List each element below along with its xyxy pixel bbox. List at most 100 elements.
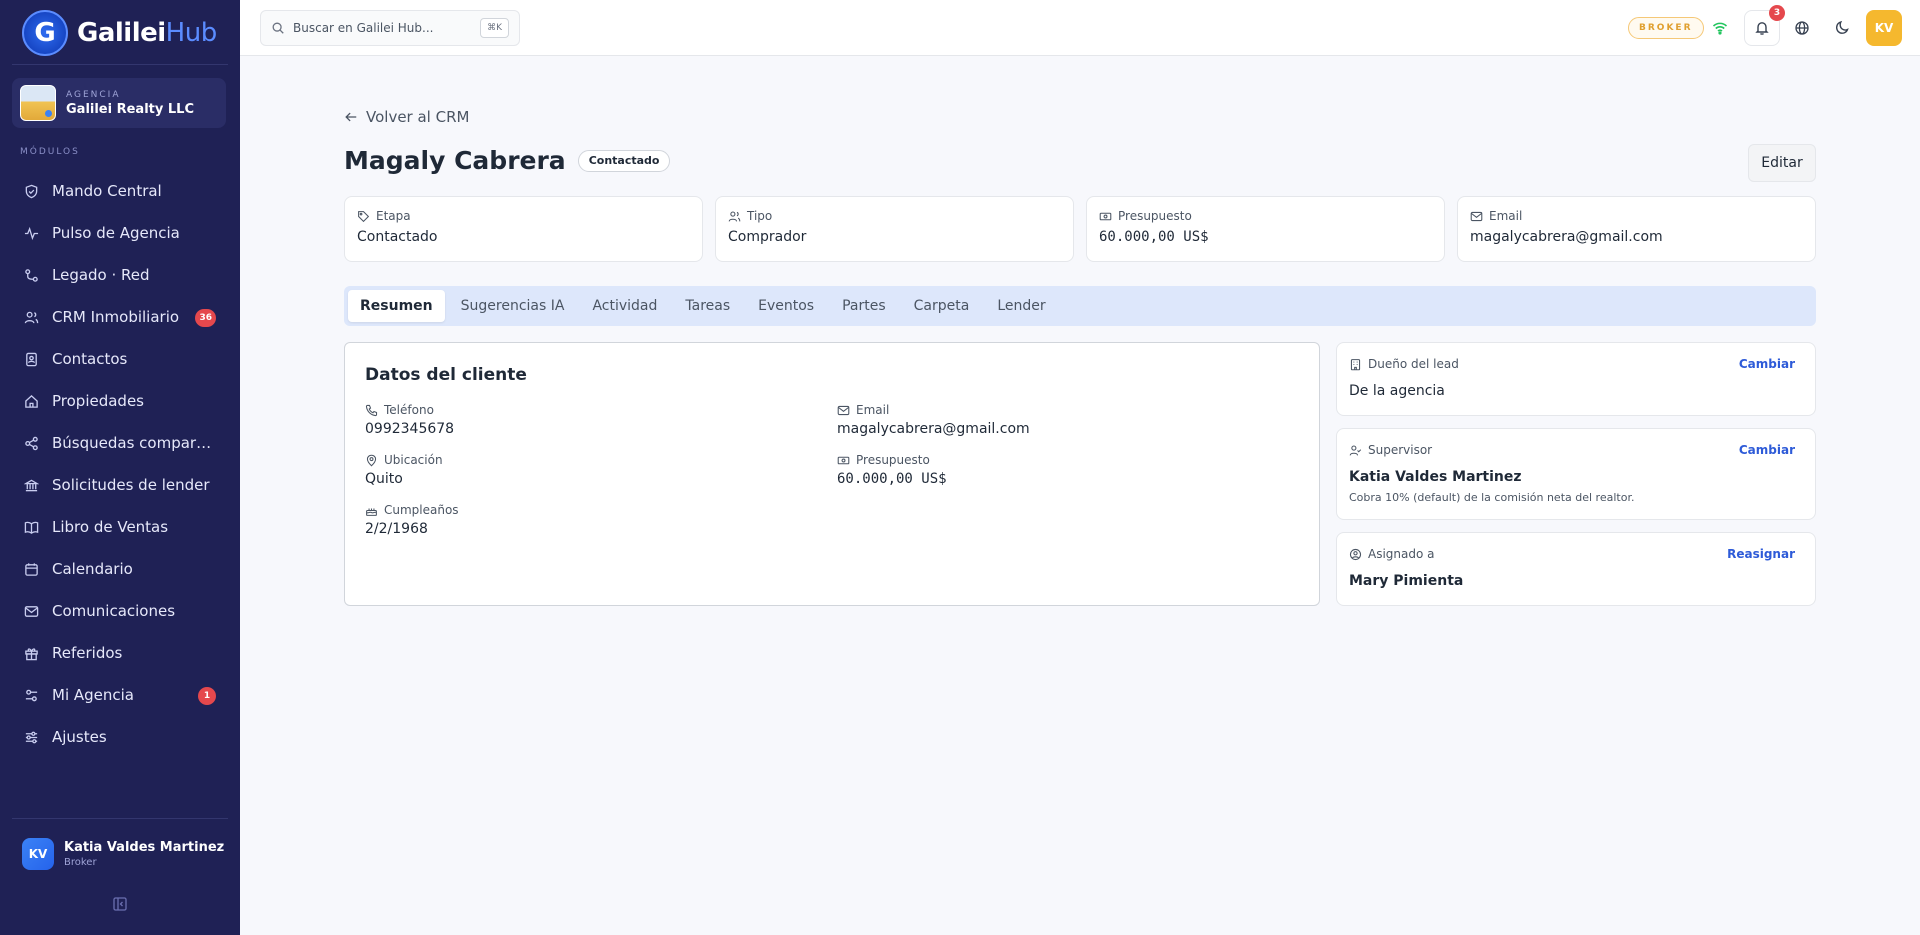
side-card-label: Asignado a <box>1368 547 1435 561</box>
lead-owner-card: Dueño del lead Cambiar De la agencia <box>1336 342 1816 416</box>
bell-icon <box>1755 22 1769 35</box>
change-supervisor-button[interactable]: Cambiar <box>1739 443 1795 457</box>
sidebar-item-referidos[interactable]: Referidos <box>12 632 228 674</box>
birthday-value: 2/2/1968 <box>365 521 428 537</box>
users-icon <box>24 311 39 323</box>
sidebar-item-label: Búsquedas compartidas <box>52 434 216 452</box>
field-label-text: Teléfono <box>384 403 434 417</box>
back-link-label: Volver al CRM <box>366 108 470 126</box>
sidebar-item-pulso[interactable]: Pulso de Agencia <box>12 212 228 254</box>
sidebar-item-busquedas[interactable]: Búsquedas compartidas <box>12 422 228 464</box>
assigned-card: Asignado a Reasignar Mary Pimienta <box>1336 532 1816 606</box>
change-owner-button[interactable]: Cambiar <box>1739 357 1795 371</box>
sidebar-divider <box>12 64 228 65</box>
stat-card-stage: Etapa Contactado <box>344 196 703 262</box>
sidebar-item-ajustes[interactable]: Ajustes <box>12 716 228 758</box>
agency-logo <box>20 85 56 121</box>
search-shortcut: ⌘K <box>480 18 509 38</box>
crm-count-badge: 36 <box>195 309 216 327</box>
sidebar-item-comunicaciones[interactable]: Comunicaciones <box>12 590 228 632</box>
share-icon <box>25 436 38 450</box>
stat-label-text: Presupuesto <box>1118 209 1192 223</box>
back-to-crm-link[interactable]: Volver al CRM <box>344 108 469 126</box>
sidebar-item-label: Mando Central <box>52 182 162 200</box>
moon-icon <box>1836 20 1849 34</box>
detail-tabs: Resumen Sugerencias IA Actividad Tareas … <box>344 286 1816 326</box>
brand-name: GalileiHub <box>77 18 217 48</box>
arrow-left-icon <box>345 112 357 122</box>
stat-value: 60.000,00 US$ <box>1099 229 1209 245</box>
mail-icon <box>24 605 39 617</box>
settings-sliders-icon <box>25 689 38 701</box>
side-card-label: Supervisor <box>1368 443 1433 457</box>
stat-value: Contactado <box>357 229 438 245</box>
connection-status[interactable] <box>1708 16 1732 40</box>
notifications-button[interactable]: 3 <box>1744 5 1785 46</box>
sidebar-item-calendario[interactable]: Calendario <box>12 548 228 590</box>
tab-eventos[interactable]: Eventos <box>746 290 826 322</box>
edit-button[interactable]: Editar <box>1748 144 1816 182</box>
stat-card-email: Email magalycabrera@gmail.com <box>1457 196 1816 262</box>
field-label: Cumpleaños <box>365 503 765 517</box>
tab-partes[interactable]: Partes <box>830 290 898 322</box>
tab-resumen[interactable]: Resumen <box>348 290 445 322</box>
notifications-count: 3 <box>1769 5 1785 21</box>
stat-label-text: Etapa <box>376 209 411 223</box>
user-avatar-button[interactable]: KV <box>1866 10 1902 46</box>
network-icon <box>25 268 38 282</box>
sidebar-item-label: Pulso de Agencia <box>52 224 180 242</box>
field-label: Presupuesto <box>837 453 1237 467</box>
tab-actividad[interactable]: Actividad <box>580 290 669 322</box>
field-label: Teléfono <box>365 403 765 417</box>
sidebar-item-legado[interactable]: Legado · Red <box>12 254 228 296</box>
topbar: ⌘K BROKER 3 KV <box>240 0 1920 56</box>
shield-icon <box>25 184 38 198</box>
user-circle-icon <box>1349 548 1362 560</box>
sidebar-item-label: Mi Agencia <box>52 686 135 704</box>
email-value[interactable]: magalycabrera@gmail.com <box>837 421 1237 437</box>
sidebar-item-mi-agencia[interactable]: Mi Agencia 1 <box>12 674 228 716</box>
reassign-button[interactable]: Reasignar <box>1727 547 1795 561</box>
search-icon <box>272 22 284 34</box>
agency-name: Galilei Realty LLC <box>66 101 194 117</box>
stat-label-text: Tipo <box>747 209 773 223</box>
theme-toggle[interactable] <box>1830 16 1854 40</box>
user-profile[interactable]: KV Katia Valdes Martinez Broker <box>22 838 224 870</box>
home-icon <box>25 394 38 408</box>
globe-icon <box>1795 21 1809 35</box>
tab-carpeta[interactable]: Carpeta <box>902 290 982 322</box>
sidebar-item-contactos[interactable]: Contactos <box>12 338 228 380</box>
side-card-label: Dueño del lead <box>1368 357 1459 371</box>
collapse-sidebar-icon[interactable] <box>112 896 128 912</box>
owner-value: De la agencia <box>1349 383 1445 399</box>
tab-lender[interactable]: Lender <box>985 290 1057 322</box>
birthday-field: Cumpleaños 2/2/1968 <box>365 503 765 537</box>
search-input[interactable] <box>293 21 473 35</box>
brand[interactable]: G GalileiHub <box>22 10 217 56</box>
side-card-header: Asignado a <box>1349 547 1435 561</box>
tag-icon <box>358 210 370 222</box>
building-icon <box>1350 358 1361 370</box>
tab-tareas[interactable]: Tareas <box>673 290 742 322</box>
tab-sugerencias-ia[interactable]: Sugerencias IA <box>449 290 577 322</box>
assigned-value: Mary Pimienta <box>1349 573 1464 589</box>
sidebar-item-propiedades[interactable]: Propiedades <box>12 380 228 422</box>
sidebar-item-crm[interactable]: CRM Inmobiliario 36 <box>12 296 228 338</box>
agency-switcher[interactable]: AGENCIA Galilei Realty LLC <box>12 78 226 128</box>
galilei-logo-icon: G <box>22 10 68 56</box>
client-data-panel: Datos del cliente Teléfono 0992345678 Em… <box>344 342 1320 606</box>
language-button[interactable] <box>1790 16 1814 40</box>
mail-icon <box>1470 211 1483 221</box>
stat-value[interactable]: magalycabrera@gmail.com <box>1470 229 1803 245</box>
field-label: Email <box>837 403 1237 417</box>
stat-value: Comprador <box>728 229 807 245</box>
sidebar-item-mando-central[interactable]: Mando Central <box>12 170 228 212</box>
sidebar-item-lender[interactable]: Solicitudes de lender <box>12 464 228 506</box>
side-card-header: Dueño del lead <box>1349 357 1459 371</box>
stat-label-text: Email <box>1489 209 1523 223</box>
sidebar-item-label: Contactos <box>52 350 128 368</box>
global-search[interactable]: ⌘K <box>260 10 520 46</box>
email-field: Email magalycabrera@gmail.com <box>837 403 1237 437</box>
sidebar-item-libro-ventas[interactable]: Libro de Ventas <box>12 506 228 548</box>
mail-icon <box>837 405 850 415</box>
